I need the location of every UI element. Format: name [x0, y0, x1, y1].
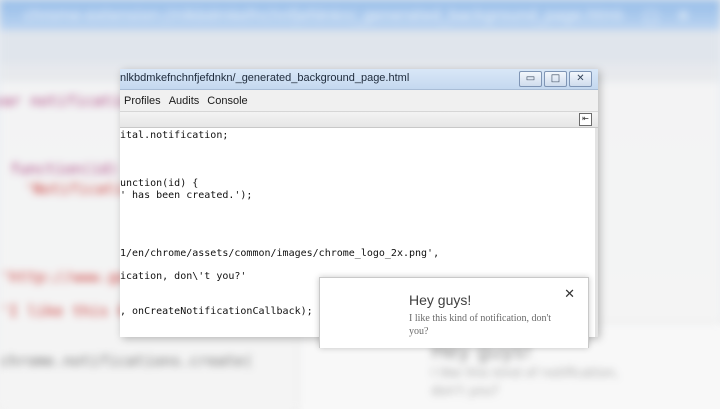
background-code-line: chrome.notifications.create(: [0, 352, 253, 370]
notification-icon: [330, 290, 402, 340]
desktop-notification[interactable]: Hey guys! I like this kind of notificati…: [319, 277, 589, 348]
notification-title: Hey guys!: [409, 292, 472, 308]
window-controls: ▭ □ ✕: [519, 71, 592, 87]
code-line: ital.notification;: [120, 130, 229, 141]
close-button[interactable]: ✕: [569, 71, 592, 87]
dock-to-side-icon[interactable]: ⇤: [579, 113, 592, 126]
vertical-scrollbar[interactable]: [595, 128, 598, 337]
close-icon: ✕: [576, 73, 585, 84]
background-titlebar: chrome-extension://nlkbdmkefnchnfjefdnkn…: [0, 0, 720, 30]
minimize-icon: ▭: [525, 73, 536, 84]
code-line: unction(id) {: [120, 178, 199, 189]
code-line: , onCreateNotificationCallback);: [120, 306, 313, 317]
code-line: ication, don\'t you?': [120, 271, 247, 282]
background-code-line: var notification: [0, 92, 139, 110]
devtools-window-title: nlkbdmkefnchnfjefdnkn/_generated_backgro…: [120, 72, 410, 84]
maximize-icon: □: [550, 73, 561, 84]
maximize-button[interactable]: □: [544, 71, 567, 87]
code-line: ' has been created.');: [120, 190, 253, 201]
tab-audits[interactable]: Audits: [165, 95, 204, 107]
close-icon: ✕: [564, 287, 575, 302]
background-title: chrome-extension://nlkbdmkefnchnfjefdnkn…: [24, 6, 622, 24]
tab-console[interactable]: Console: [203, 95, 251, 107]
background-code-line: function(id) {: [10, 160, 137, 178]
notification-message: I like this kind of notification, don't …: [409, 313, 552, 337]
devtools-toolbar: ⇤: [120, 112, 598, 128]
background-window-buttons: –□✕: [617, 6, 708, 25]
code-line: 1/en/chrome/assets/common/images/chrome_…: [120, 248, 440, 259]
background-notification-text: I like this kind of notification, don't y…: [431, 366, 619, 399]
background-menubar: Profiles Audits Console: [0, 30, 720, 88]
devtools-titlebar[interactable]: nlkbdmkefnchnfjefdnkn/_generated_backgro…: [120, 69, 598, 90]
desktop: chrome-extension://nlkbdmkefnchnfjefdnkn…: [0, 0, 720, 409]
tab-profiles[interactable]: Profiles: [120, 95, 165, 107]
devtools-panel-tabs: Profiles Audits Console: [120, 90, 598, 112]
minimize-button[interactable]: ▭: [519, 71, 542, 87]
notification-close-button[interactable]: ✕: [564, 288, 575, 301]
